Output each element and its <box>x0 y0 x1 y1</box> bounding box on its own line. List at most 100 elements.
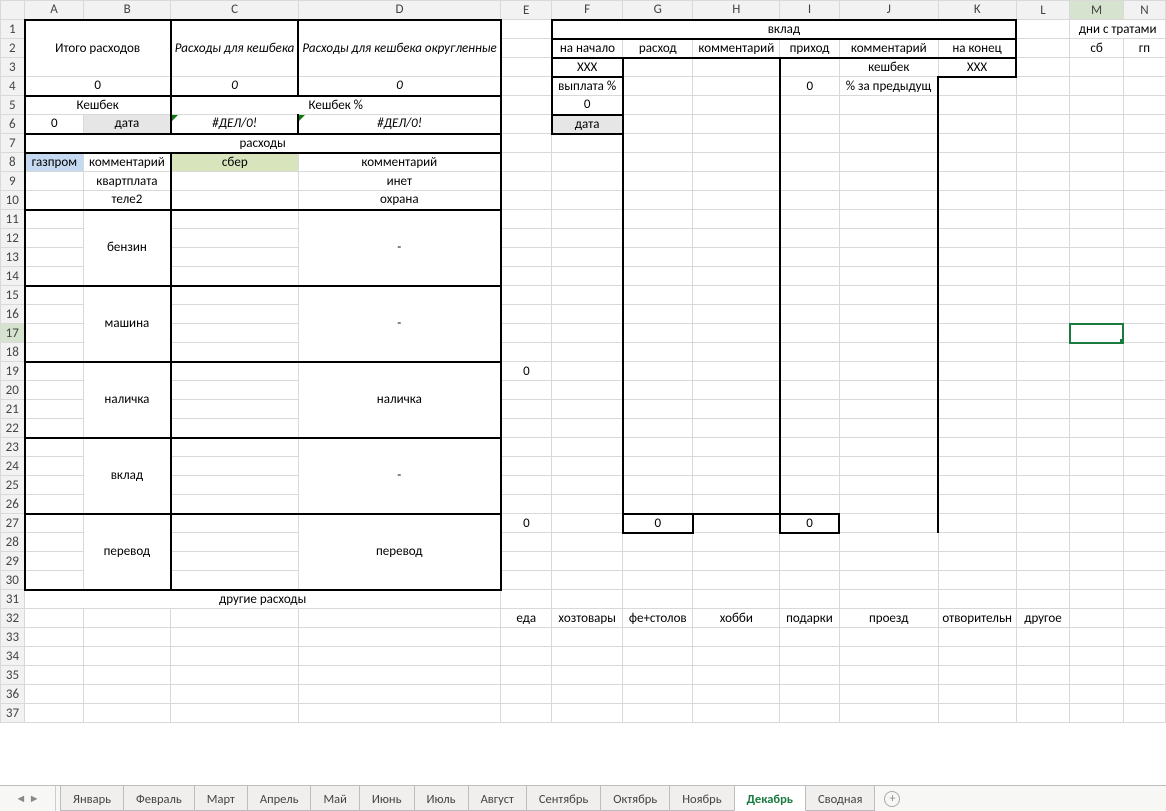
cell[interactable]: комментарий <box>693 39 780 58</box>
cell[interactable]: комментарий <box>84 153 171 172</box>
cell[interactable]: вклад <box>84 438 171 514</box>
col-N[interactable]: N <box>1123 1 1165 20</box>
row-5[interactable]: 5 <box>1 96 25 115</box>
row-17[interactable]: 17 <box>1 324 25 343</box>
sheet-tab[interactable]: Ноябрь <box>669 786 734 811</box>
row-21[interactable]: 21 <box>1 400 25 419</box>
cell[interactable]: 0 <box>501 514 552 533</box>
cell[interactable]: 0 <box>298 77 500 96</box>
cell[interactable]: фе+столов <box>623 609 693 628</box>
row-10[interactable]: 10 <box>1 191 25 210</box>
row-25[interactable]: 25 <box>1 476 25 495</box>
cell[interactable]: расход <box>623 39 693 58</box>
cell[interactable]: еда <box>501 609 552 628</box>
row-16[interactable]: 16 <box>1 305 25 324</box>
row-3[interactable]: 3 <box>1 58 25 77</box>
row-9[interactable]: 9 <box>1 172 25 191</box>
row-24[interactable]: 24 <box>1 457 25 476</box>
row-32[interactable]: 32 <box>1 609 25 628</box>
row-19[interactable]: 19 <box>1 362 25 381</box>
sheet-tab[interactable]: Июль <box>414 786 469 811</box>
cell[interactable]: сб <box>1070 39 1124 58</box>
row-8[interactable]: 8 <box>1 153 25 172</box>
sheet-tab[interactable]: Октябрь <box>600 786 670 811</box>
col-M[interactable]: M <box>1070 1 1124 20</box>
cell[interactable]: на начало <box>552 39 623 58</box>
cell[interactable]: Итого расходов <box>25 20 171 77</box>
row-37[interactable]: 37 <box>1 704 25 723</box>
cell[interactable]: сбер <box>171 153 299 172</box>
row-18[interactable]: 18 <box>1 343 25 362</box>
row-35[interactable]: 35 <box>1 666 25 685</box>
cell[interactable]: перевод <box>298 514 500 590</box>
cell[interactable]: дата <box>84 115 171 134</box>
sheet-tab[interactable]: Декабрь <box>734 786 806 811</box>
sheet-tab[interactable]: Февраль <box>123 786 195 811</box>
cell[interactable]: #ДЕЛ/0! <box>298 115 500 134</box>
cell[interactable]: вклад <box>552 20 1016 39</box>
sheet-tab[interactable]: Август <box>468 786 527 811</box>
col-F[interactable]: F <box>552 1 623 20</box>
cell[interactable]: 0 <box>780 514 840 533</box>
col-B[interactable]: B <box>84 1 171 20</box>
row-20[interactable]: 20 <box>1 381 25 400</box>
row-30[interactable]: 30 <box>1 571 25 590</box>
sheet-tab[interactable]: Сводная <box>805 786 875 811</box>
col-L[interactable]: L <box>1016 1 1070 20</box>
sheet-tab[interactable]: Март <box>194 786 248 811</box>
new-sheet-button[interactable]: + <box>874 786 910 811</box>
cell[interactable]: подарки <box>780 609 840 628</box>
cell[interactable]: гп <box>1123 39 1165 58</box>
row-6[interactable]: 6 <box>1 115 25 134</box>
cell[interactable]: расходы <box>25 134 501 153</box>
cell[interactable]: выплата % <box>552 77 623 96</box>
col-D[interactable]: D <box>298 1 500 20</box>
cell[interactable]: дни с тратами <box>1070 20 1166 39</box>
cell[interactable]: #ДЕЛ/0! <box>171 115 299 134</box>
cell[interactable]: - <box>298 286 500 362</box>
cell[interactable]: кешбек <box>839 58 938 77</box>
row-11[interactable]: 11 <box>1 210 25 229</box>
row-4[interactable]: 4 <box>1 77 25 96</box>
cell[interactable]: 0 <box>780 77 840 96</box>
cell[interactable]: 0 <box>171 77 299 96</box>
cell[interactable]: наличка <box>84 362 171 438</box>
cell[interactable]: XXX <box>552 58 623 77</box>
row-2[interactable]: 2 <box>1 39 25 58</box>
cell[interactable]: квартплата <box>84 172 171 191</box>
cell[interactable]: - <box>298 438 500 514</box>
row-1[interactable]: 1 <box>1 20 25 39</box>
col-A[interactable]: A <box>25 1 84 20</box>
column-headers[interactable]: A B C D E F G H I J K L M N <box>1 1 1166 20</box>
row-27[interactable]: 27 <box>1 514 25 533</box>
sheet-tab[interactable]: Апрель <box>247 786 312 811</box>
cell[interactable]: газпром <box>25 153 84 172</box>
sheet-tab[interactable]: Январь <box>60 786 124 811</box>
cell[interactable]: наличка <box>298 362 500 438</box>
row-12[interactable]: 12 <box>1 229 25 248</box>
col-E[interactable]: E <box>501 1 552 20</box>
cell[interactable]: 0 <box>501 362 552 381</box>
col-K[interactable]: K <box>938 1 1016 20</box>
cell[interactable]: другое <box>1016 609 1070 628</box>
row-34[interactable]: 34 <box>1 647 25 666</box>
cell[interactable]: Расходы для кешбека <box>171 20 299 77</box>
cell[interactable]: комментарий <box>839 39 938 58</box>
cell[interactable]: теле2 <box>84 191 171 210</box>
cell[interactable]: 0 <box>623 514 693 533</box>
row-7[interactable]: 7 <box>1 134 25 153</box>
row-29[interactable]: 29 <box>1 552 25 571</box>
cell[interactable]: Кешбек <box>25 96 171 115</box>
cell[interactable]: машина <box>84 286 171 362</box>
cell[interactable]: 0 <box>25 115 84 134</box>
col-I[interactable]: I <box>780 1 840 20</box>
sheet-tab[interactable]: Май <box>310 786 359 811</box>
cell[interactable]: Расходы для кешбека округленные <box>298 20 500 77</box>
sheet-tab[interactable]: Сентябрь <box>526 786 601 811</box>
cell[interactable]: % за предыдущ <box>839 77 938 96</box>
row-33[interactable]: 33 <box>1 628 25 647</box>
col-J[interactable]: J <box>839 1 938 20</box>
cell[interactable]: XXX <box>938 58 1016 77</box>
row-28[interactable]: 28 <box>1 533 25 552</box>
selected-cell[interactable] <box>1070 324 1124 343</box>
